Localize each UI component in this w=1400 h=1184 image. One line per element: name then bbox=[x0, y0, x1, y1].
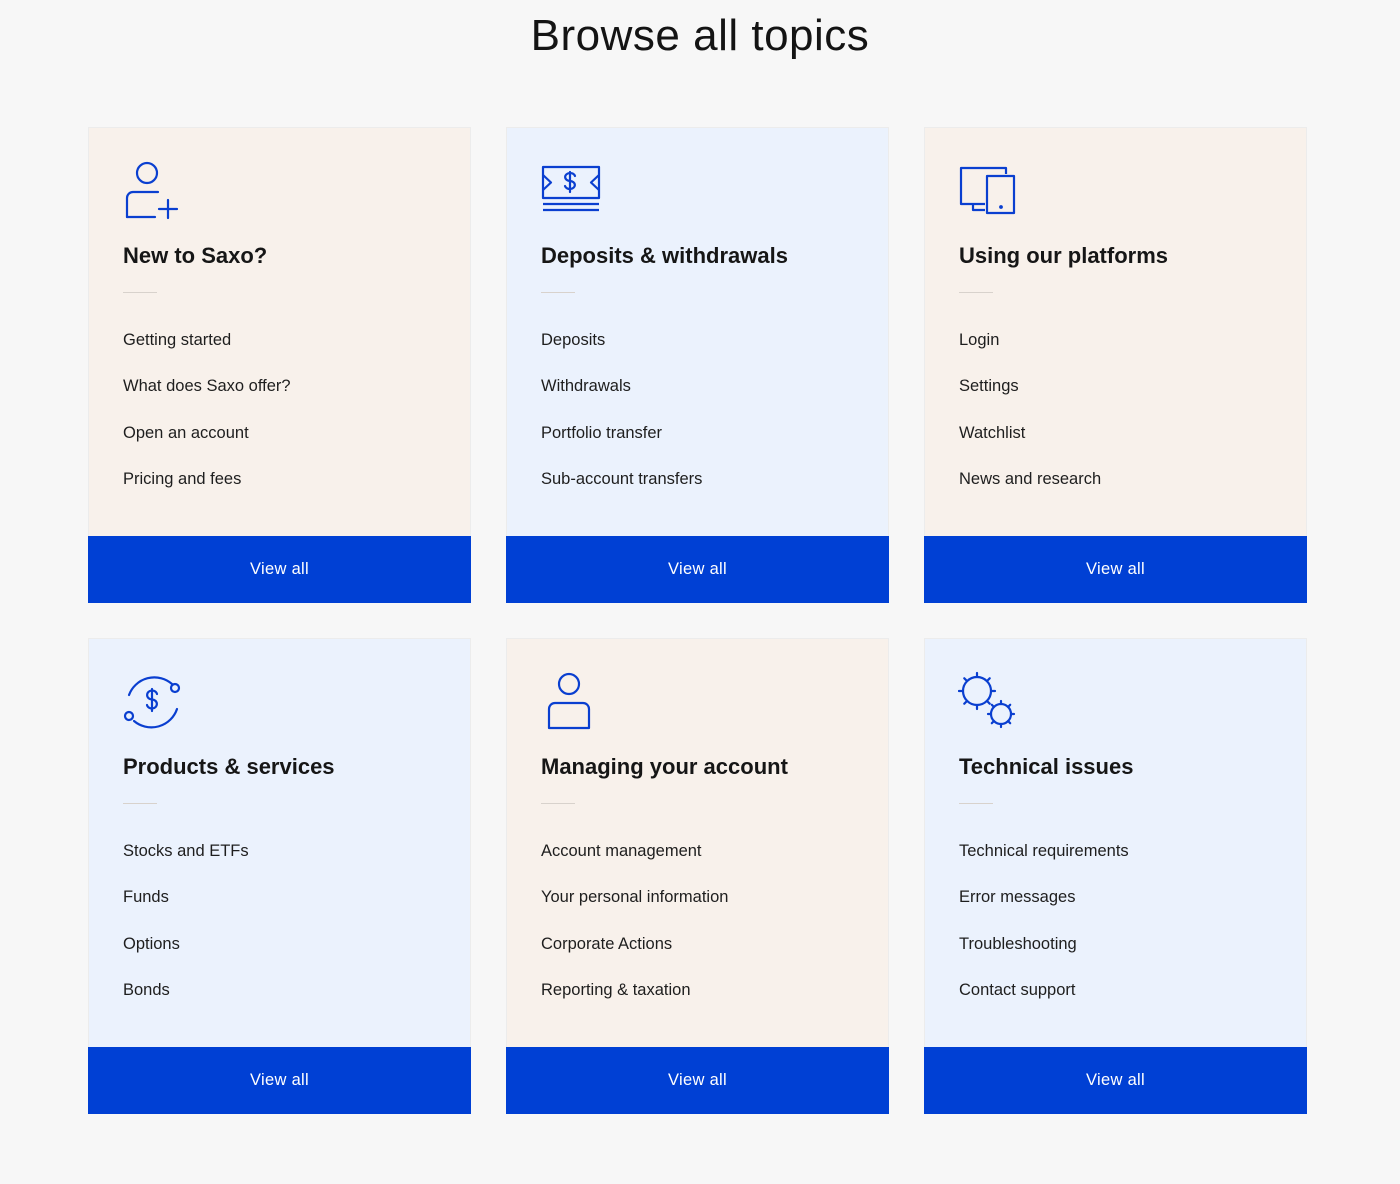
topic-card-managing-account: Managing your account Account management… bbox=[506, 638, 889, 1114]
view-all-button[interactable]: View all bbox=[924, 1047, 1307, 1114]
topics-grid: New to Saxo? Getting started What does S… bbox=[88, 127, 1307, 1114]
topic-link[interactable]: Settings bbox=[959, 374, 1101, 420]
topic-link[interactable]: Bonds bbox=[123, 978, 249, 1024]
topic-card-using-platforms: Using our platforms Login Settings Watch… bbox=[924, 127, 1307, 603]
topic-link[interactable]: Options bbox=[123, 932, 249, 978]
devices-icon bbox=[958, 160, 1020, 222]
card-title: Managing your account bbox=[541, 754, 788, 779]
page-title: Browse all topics bbox=[530, 11, 870, 60]
topic-link[interactable]: Getting started bbox=[123, 328, 291, 374]
title-divider bbox=[959, 292, 993, 293]
view-all-button[interactable]: View all bbox=[88, 536, 471, 603]
topic-card-deposits-withdrawals: Deposits & withdrawals Deposits Withdraw… bbox=[506, 127, 889, 603]
card-title: Products & services bbox=[123, 754, 335, 779]
card-title: Technical issues bbox=[959, 754, 1134, 779]
topic-link[interactable]: Stocks and ETFs bbox=[123, 839, 249, 885]
topic-links: Deposits Withdrawals Portfolio transfer … bbox=[541, 328, 702, 513]
topic-link[interactable]: Portfolio transfer bbox=[541, 421, 702, 467]
topic-link[interactable]: Troubleshooting bbox=[959, 932, 1129, 978]
title-divider bbox=[123, 292, 157, 293]
title-divider bbox=[123, 803, 157, 804]
topic-link[interactable]: Reporting & taxation bbox=[541, 978, 728, 1024]
topic-link[interactable]: News and research bbox=[959, 467, 1101, 513]
gears-icon bbox=[958, 671, 1020, 733]
topic-link[interactable]: Sub-account transfers bbox=[541, 467, 702, 513]
topic-card-technical-issues: Technical issues Technical requirements … bbox=[924, 638, 1307, 1114]
topic-link[interactable]: Login bbox=[959, 328, 1101, 374]
topic-link[interactable]: Withdrawals bbox=[541, 374, 702, 420]
title-divider bbox=[541, 803, 575, 804]
topic-links: Getting started What does Saxo offer? Op… bbox=[123, 328, 291, 513]
dollar-cycle-icon bbox=[122, 671, 184, 733]
topic-links: Account management Your personal informa… bbox=[541, 839, 728, 1024]
banknote-icon bbox=[540, 160, 602, 222]
title-divider bbox=[959, 803, 993, 804]
user-icon bbox=[540, 671, 602, 733]
topic-link[interactable]: Corporate Actions bbox=[541, 932, 728, 978]
card-title: Using our platforms bbox=[959, 243, 1169, 268]
topic-link[interactable]: Open an account bbox=[123, 421, 291, 467]
topic-links: Login Settings Watchlist News and resear… bbox=[959, 328, 1101, 513]
topic-link[interactable]: Account management bbox=[541, 839, 728, 885]
topic-links: Stocks and ETFs Funds Options Bonds bbox=[123, 839, 249, 1024]
card-title: Deposits & withdrawals bbox=[541, 243, 788, 268]
topic-card-products-services: Products & services Stocks and ETFs Fund… bbox=[88, 638, 471, 1114]
topic-link[interactable]: Technical requirements bbox=[959, 839, 1129, 885]
topic-link[interactable]: Funds bbox=[123, 885, 249, 931]
topic-link[interactable]: What does Saxo offer? bbox=[123, 374, 291, 420]
user-add-icon bbox=[122, 160, 184, 222]
topic-link[interactable]: Error messages bbox=[959, 885, 1129, 931]
view-all-button[interactable]: View all bbox=[924, 536, 1307, 603]
view-all-button[interactable]: View all bbox=[88, 1047, 471, 1114]
topic-link[interactable]: Your personal information bbox=[541, 885, 728, 931]
topic-link[interactable]: Pricing and fees bbox=[123, 467, 291, 513]
view-all-button[interactable]: View all bbox=[506, 536, 889, 603]
topic-link[interactable]: Deposits bbox=[541, 328, 702, 374]
topic-link[interactable]: Contact support bbox=[959, 978, 1129, 1024]
card-title: New to Saxo? bbox=[123, 243, 268, 268]
view-all-button[interactable]: View all bbox=[506, 1047, 889, 1114]
title-divider bbox=[541, 292, 575, 293]
topic-links: Technical requirements Error messages Tr… bbox=[959, 839, 1129, 1024]
topic-link[interactable]: Watchlist bbox=[959, 421, 1101, 467]
topic-card-new-to-saxo: New to Saxo? Getting started What does S… bbox=[88, 127, 471, 603]
